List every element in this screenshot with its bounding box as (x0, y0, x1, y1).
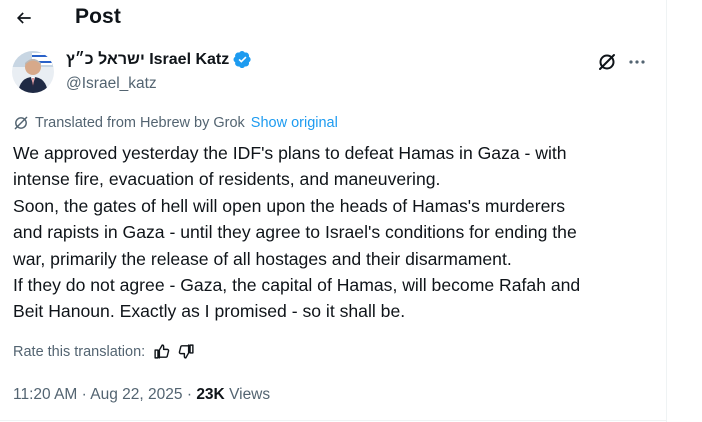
arrow-left-icon (16, 12, 31, 24)
avatar-image (12, 51, 54, 93)
post-date[interactable]: Aug 22, 2025 (90, 386, 182, 403)
post-text-line: and rapists in Gaza - until they agree t… (13, 222, 577, 243)
back-button[interactable] (10, 4, 38, 32)
post-page: Post ישראל כ״ץ Israel Katz @Israel_katz (0, 0, 702, 422)
author-display-name[interactable]: ישראל כ״ץ Israel Katz (66, 51, 229, 69)
rate-translation-label: Rate this translation: (13, 343, 146, 360)
thumbs-down-button[interactable] (178, 343, 195, 360)
thumbs-up-icon (154, 344, 170, 359)
grok-icon (599, 54, 615, 70)
post-text-line: war, primarily the release of all hostag… (13, 248, 512, 269)
post-meta: 11:20 AM · Aug 22, 2025 · 23K Views (13, 386, 270, 404)
grok-button[interactable] (596, 51, 618, 73)
post-time[interactable]: 11:20 AM (13, 386, 77, 403)
more-button[interactable] (624, 51, 650, 73)
show-original-link[interactable]: Show original (251, 115, 338, 131)
views-count: 23K (196, 386, 225, 403)
author-handle[interactable]: @Israel_katz (66, 75, 157, 93)
post-text-line: If they do not agree - Gaza, the capital… (13, 275, 581, 296)
post-text-line: Soon, the gates of hell will open upon t… (13, 195, 566, 216)
post-text-line: Beit Hanoun. Exactly as I promised - so … (13, 301, 406, 322)
more-horizontal-icon (629, 60, 645, 64)
avatar[interactable] (12, 51, 54, 93)
views-label: Views (229, 386, 271, 403)
translation-notice: Translated from Hebrew by Grok Show orig… (13, 115, 338, 131)
grok-translate-icon (14, 116, 28, 130)
post-text-line: intense fire, evacuation of residents, a… (13, 169, 441, 190)
meta-separator: · (81, 386, 87, 403)
verified-badge-icon[interactable] (233, 50, 252, 69)
author-name-row[interactable]: ישראל כ״ץ Israel Katz (66, 50, 252, 69)
translation-label: Translated from Hebrew by Grok (35, 115, 245, 131)
thumbs-up-button[interactable] (153, 343, 170, 360)
post-text-line: We approved yesterday the IDF's plans to… (13, 143, 567, 163)
page-header: Post (0, 0, 666, 36)
rate-translation-row: Rate this translation: (13, 343, 195, 360)
page-title: Post (75, 5, 121, 28)
thumbs-down-icon (178, 344, 194, 359)
post-text: We approved yesterday the IDF's plans to… (13, 140, 658, 325)
meta-separator: · (186, 386, 192, 403)
divider (0, 420, 666, 421)
column-divider (666, 0, 667, 422)
